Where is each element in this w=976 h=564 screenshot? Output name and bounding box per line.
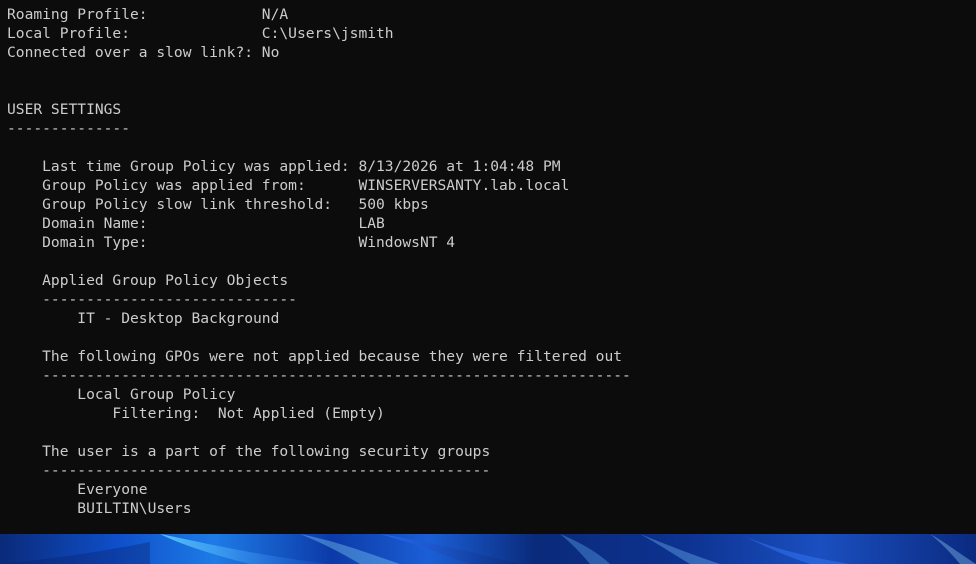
filtered-gpo-heading: The following GPOs were not applied beca… xyxy=(7,348,623,365)
filtered-gpo-item: Local Group Policy xyxy=(7,386,236,403)
domain-name-line: Domain Name: LAB xyxy=(7,215,385,232)
console-divider: ----------------------------- xyxy=(7,291,297,308)
applied-gpo-heading: Applied Group Policy Objects xyxy=(7,272,289,289)
security-group-item: BUILTIN\Users xyxy=(7,500,192,517)
terminal-window[interactable]: Roaming Profile: N/A Local Profile: C:\Us… xyxy=(0,0,976,534)
slow-link-threshold-line: Group Policy slow link threshold: 500 kb… xyxy=(7,196,429,213)
applied-from-line: Group Policy was applied from: WINSERVER… xyxy=(7,177,570,194)
console-divider: ----------------------------------------… xyxy=(7,367,631,384)
security-group-item: Everyone xyxy=(7,481,148,498)
console-divider: -------------- xyxy=(7,120,131,137)
filtered-gpo-reason: Filtering: Not Applied (Empty) xyxy=(7,405,385,422)
console-output: Roaming Profile: N/A Local Profile: C:\Us… xyxy=(0,0,976,518)
console-line: Connected over a slow link?: No xyxy=(7,44,280,61)
domain-type-line: Domain Type: WindowsNT 4 xyxy=(7,234,456,251)
security-groups-heading: The user is a part of the following secu… xyxy=(7,443,491,460)
desktop-wallpaper xyxy=(0,534,976,564)
console-line: Roaming Profile: N/A xyxy=(7,6,289,23)
last-applied-line: Last time Group Policy was applied: 8/13… xyxy=(7,158,561,175)
section-heading-user-settings: USER SETTINGS xyxy=(7,101,122,118)
console-divider: ----------------------------------------… xyxy=(7,462,491,479)
applied-gpo-item: IT - Desktop Background xyxy=(7,310,280,327)
wallpaper-bloom-graphic xyxy=(0,534,976,564)
console-line: Local Profile: C:\Users\jsmith xyxy=(7,25,394,42)
